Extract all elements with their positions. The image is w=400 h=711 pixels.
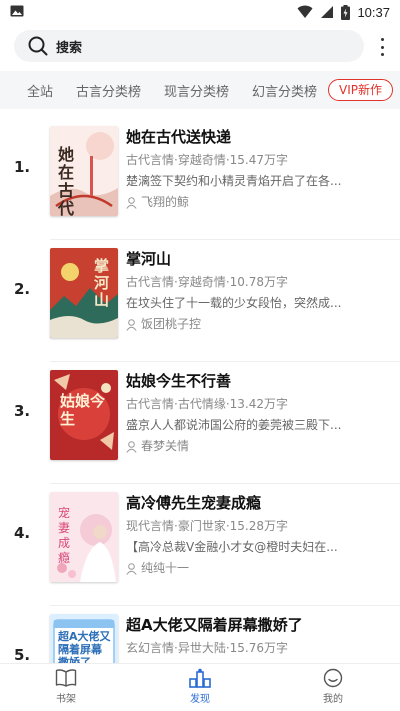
book-item[interactable]: 5. 超A大佬又隔着屏幕撒娇了 超A大佬又隔着屏幕撒娇了 玄幻言情·异世大陆·1… bbox=[0, 606, 400, 663]
book-description: 楚漓签下契约和小精灵青焰开启了在各... bbox=[126, 174, 342, 188]
book-cover-title: 宠妻成瘾 bbox=[58, 506, 71, 565]
book-meta: 古代言情·穿越奇情·15.47万字 bbox=[126, 153, 288, 167]
book-item[interactable]: 2. 掌河山 掌河山 古代言情·穿越奇情·10.78万字 在坟头住了十一载的少女… bbox=[0, 240, 400, 362]
book-item[interactable]: 3. 姑娘今生 姑娘今生不行善 古代言情·古代情缘·13.42万字 盛京人人都说… bbox=[0, 362, 400, 484]
nav-label: 书架 bbox=[56, 694, 76, 705]
author-name: 饭团桃子控 bbox=[141, 317, 202, 331]
book-item[interactable]: 1. 她在古代 她在古代送快递 古代言情·穿越奇情·15.47万字 楚漓签下契约… bbox=[0, 118, 400, 240]
book-cover-title: 姑娘今生 bbox=[60, 392, 106, 428]
book-meta: 玄幻言情·异世大陆·15.76万字 bbox=[126, 641, 288, 655]
book-cover-title: 掌河山 bbox=[94, 257, 110, 309]
book-cover-title: 她在古代 bbox=[58, 145, 75, 217]
book-info: 她在古代送快递 古代言情·穿越奇情·15.47万字 楚漓签下契约和小精灵青焰开启… bbox=[126, 126, 388, 213]
book-info: 高冷傅先生宠妻成瘾 现代言情·豪门世家·15.28万字 【高冷总裁V金融小才女@… bbox=[126, 492, 388, 579]
wifi-icon bbox=[297, 5, 313, 18]
book-cover-title: 超A大佬又隔着屏幕撒娇了 bbox=[58, 630, 111, 663]
book-info: 姑娘今生不行善 古代言情·古代情缘·13.42万字 盛京人人都说沛国公府的姜莞被… bbox=[126, 370, 388, 457]
dot-icon bbox=[380, 53, 384, 56]
tab-vip-new[interactable]: VIP新作 bbox=[328, 79, 393, 101]
book-meta: 古代言情·古代情缘·13.42万字 bbox=[126, 397, 288, 411]
dot-icon bbox=[380, 38, 384, 41]
book-cover: 姑娘今生 bbox=[50, 370, 118, 460]
book-cover: 宠妻成瘾 bbox=[50, 492, 118, 582]
person-icon bbox=[126, 562, 137, 575]
category-tabs: 全站 古言分类榜 现言分类榜 幻言分类榜 VIP新作 bbox=[0, 71, 400, 109]
book-meta: 古代言情·穿越奇情·10.78万字 bbox=[126, 275, 288, 289]
book-author: 饭团桃子控 bbox=[126, 314, 388, 335]
dot-icon bbox=[380, 45, 384, 49]
nav-discover[interactable]: 发现 bbox=[170, 668, 230, 710]
author-name: 春梦关情 bbox=[141, 439, 190, 453]
person-icon bbox=[126, 440, 137, 453]
smile-icon bbox=[323, 668, 343, 688]
person-icon bbox=[126, 318, 137, 331]
clock: 10:37 bbox=[357, 4, 390, 20]
book-rank: 1. bbox=[14, 158, 31, 176]
search-input[interactable]: 搜索 bbox=[14, 30, 364, 62]
book-rank: 5. bbox=[14, 646, 31, 663]
nav-profile[interactable]: 我的 bbox=[303, 668, 363, 710]
book-rank: 4. bbox=[14, 524, 31, 542]
nav-label: 发现 bbox=[190, 694, 210, 705]
nav-bookshelf[interactable]: 书架 bbox=[36, 668, 96, 710]
book-meta: 现代言情·豪门世家·15.28万字 bbox=[126, 519, 288, 533]
battery-icon bbox=[341, 4, 351, 20]
book-title: 掌河山 bbox=[126, 250, 172, 268]
book-title: 高冷傅先生宠妻成瘾 bbox=[126, 494, 262, 512]
book-author: 春梦关情 bbox=[126, 436, 388, 457]
book-icon bbox=[55, 669, 77, 687]
search-icon bbox=[28, 36, 48, 56]
author-name: 飞翔的鲸 bbox=[141, 195, 190, 209]
book-info: 超A大佬又隔着屏幕撒娇了 玄幻言情·异世大陆·15.76万字 bbox=[126, 614, 388, 659]
search-label: 搜索 bbox=[56, 40, 83, 56]
book-author: 飞翔的鲸 bbox=[126, 192, 388, 213]
tab-all[interactable]: 全站 bbox=[27, 81, 53, 100]
book-cover: 掌河山 bbox=[50, 248, 118, 338]
search-row: 搜索 bbox=[0, 24, 400, 70]
book-title: 超A大佬又隔着屏幕撒娇了 bbox=[126, 616, 303, 634]
tab-fantasy-romance[interactable]: 幻言分类榜 bbox=[252, 81, 317, 100]
book-ranking-list: 1. 她在古代 她在古代送快递 古代言情·穿越奇情·15.47万字 楚漓签下契约… bbox=[0, 118, 400, 663]
person-icon bbox=[126, 196, 137, 209]
book-author: 纯纯十一 bbox=[126, 558, 388, 579]
book-description: 【高冷总裁V金融小才女@橙时夫妇在... bbox=[126, 540, 338, 554]
image-notification-icon bbox=[10, 5, 24, 17]
tab-ancient-romance[interactable]: 古言分类榜 bbox=[76, 81, 141, 100]
more-options-button[interactable] bbox=[378, 38, 386, 56]
discover-icon bbox=[189, 668, 211, 688]
bottom-navigation: 书架 发现 我的 bbox=[0, 663, 400, 711]
nav-label: 我的 bbox=[323, 694, 343, 705]
book-description: 盛京人人都说沛国公府的姜莞被三殿下... bbox=[126, 418, 342, 432]
book-info: 掌河山 古代言情·穿越奇情·10.78万字 在坟头住了十一载的少女段怡，突然成.… bbox=[126, 248, 388, 335]
book-rank: 3. bbox=[14, 402, 31, 420]
book-description: 在坟头住了十一载的少女段怡，突然成... bbox=[126, 296, 342, 310]
book-title: 姑娘今生不行善 bbox=[126, 372, 232, 390]
author-name: 纯纯十一 bbox=[141, 561, 190, 575]
book-cover: 超A大佬又隔着屏幕撒娇了 bbox=[50, 614, 118, 663]
book-title: 她在古代送快递 bbox=[126, 128, 232, 146]
signal-icon bbox=[321, 6, 334, 18]
status-bar: 10:37 bbox=[0, 0, 400, 24]
book-rank: 2. bbox=[14, 280, 31, 298]
book-item[interactable]: 4. 宠妻成瘾 高冷傅先生宠妻成瘾 现代言情·豪门世家·15.28万字 【高冷总… bbox=[0, 484, 400, 606]
book-cover: 她在古代 bbox=[50, 126, 118, 216]
tab-modern-romance[interactable]: 现言分类榜 bbox=[164, 81, 229, 100]
